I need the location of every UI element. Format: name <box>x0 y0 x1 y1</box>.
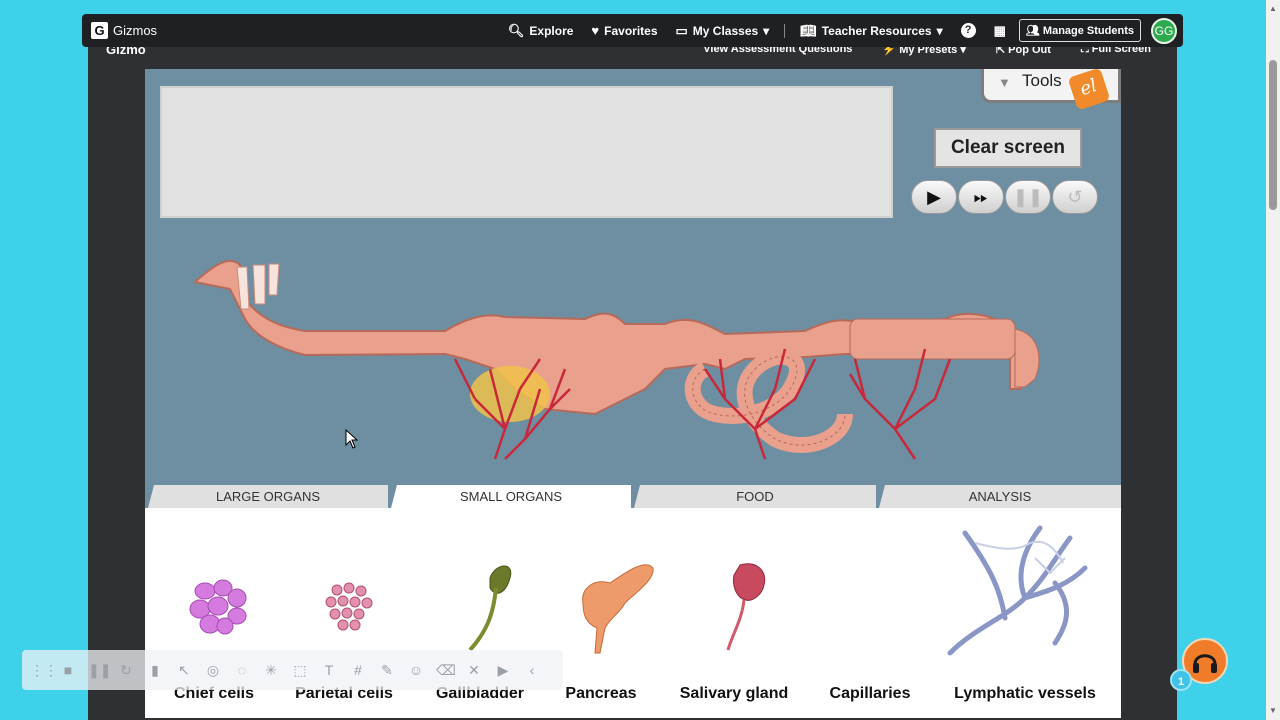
notification-badge: 1 <box>1170 669 1192 691</box>
lymphatic-vessels-image <box>947 525 1088 656</box>
book-icon: 📖︎ <box>800 22 817 38</box>
nav-favorites[interactable]: ♥ Favorites <box>582 23 666 38</box>
grid-icon: ▦ <box>993 22 1006 38</box>
page-scrollbar[interactable]: ▲ ▼ <box>1266 0 1280 720</box>
question-icon: ? <box>960 23 976 38</box>
chevron-down-icon: ▾ <box>936 23 943 38</box>
top-nav: G Gizmos 🔍︎ Explore ♥ Favorites ▭ My Cla… <box>82 14 1183 47</box>
camera-icon[interactable]: ▶ <box>494 662 512 679</box>
eraser-icon[interactable]: ⌫ <box>436 662 456 679</box>
gizmos-logo[interactable]: G Gizmos <box>91 22 157 39</box>
parietal-cells-image <box>325 582 373 631</box>
nav-teacher-resources[interactable]: 📖︎ Teacher Resources ▾ <box>791 23 951 39</box>
help-nav-button[interactable]: ? <box>952 23 985 38</box>
scroll-up-icon[interactable]: ▲ <box>1269 4 1277 13</box>
collapse-icon[interactable]: ‹ <box>523 662 541 678</box>
nav-explore[interactable]: 🔍︎ Explore <box>499 23 583 39</box>
nav-separator <box>784 23 786 38</box>
organ-label: Pancreas <box>565 685 637 702</box>
stop-icon[interactable]: ■ <box>59 662 77 678</box>
nav-my-classes-label: My Classes <box>692 23 759 38</box>
tab-food[interactable]: FOOD <box>634 485 876 508</box>
tab-analysis[interactable]: ANALYSIS <box>879 485 1121 508</box>
organ-tabs: LARGE ORGANS SMALL ORGANS FOOD ANALYSIS <box>145 485 1121 508</box>
restart-icon[interactable]: ↻ <box>117 662 135 679</box>
tab-large-organs[interactable]: LARGE ORGANS <box>148 485 388 508</box>
pen-icon[interactable]: ✎ <box>378 662 396 679</box>
nav-teacher-resources-label: Teacher Resources <box>821 23 932 38</box>
nav-my-classes[interactable]: ▭ My Classes ▾ <box>667 23 779 39</box>
apps-button[interactable]: ▦ <box>985 23 1015 39</box>
laser-icon[interactable]: ✳ <box>262 662 280 679</box>
manage-students-button[interactable]: 👥︎ Manage Students <box>1018 19 1141 42</box>
salivary-gland-image <box>726 563 766 651</box>
nav-items: 🔍︎ Explore ♥ Favorites ▭ My Classes ▾ 📖︎… <box>499 17 1177 44</box>
heart-icon: ♥ <box>591 23 600 38</box>
brand-name: Gizmos <box>113 23 158 38</box>
logo-icon: G <box>91 22 108 39</box>
mouse-cursor <box>345 429 359 449</box>
pointer-icon[interactable]: ↖ <box>175 662 193 679</box>
text-icon[interactable]: T <box>320 662 338 678</box>
users-icon: 👥︎ <box>1025 25 1040 37</box>
organ-label: Salivary gland <box>679 685 789 702</box>
nav-favorites-label: Favorites <box>604 23 658 38</box>
chief-cells-image <box>189 579 247 635</box>
organ-label: Capillaries <box>829 685 911 702</box>
chevron-down-icon: ▾ <box>763 23 770 38</box>
scrollbar-thumb[interactable] <box>1269 60 1277 210</box>
pause-icon[interactable]: ❚❚ <box>88 662 111 679</box>
nav-explore-label: Explore <box>529 23 574 38</box>
gallbladder-image <box>468 565 512 652</box>
emoji-icon[interactable]: ☺ <box>407 662 425 678</box>
digestive-tract-illustration <box>192 259 1040 460</box>
select-box-icon[interactable]: ⬚ <box>291 662 309 679</box>
tab-small-organs[interactable]: SMALL ORGANS <box>391 485 631 508</box>
organ-label: Lymphatic vessels <box>954 685 1096 702</box>
annotation-toolbar: ⋮⋮ ■ ❚❚ ↻ ▮ ↖ ◎ ◌ ✳ ⬚ T # ✎ ☺ ⌫ ✕ ▶ ‹ <box>22 650 563 690</box>
drag-handle-icon[interactable]: ⋮⋮ <box>30 662 58 679</box>
pancreas-image <box>582 564 654 654</box>
spotlight-icon[interactable]: ◎ <box>204 662 222 679</box>
trash-icon[interactable]: ▮ <box>146 662 164 679</box>
scroll-down-icon[interactable]: ▼ <box>1269 706 1277 715</box>
avatar[interactable]: GG <box>1151 17 1177 44</box>
classes-icon: ▭ <box>675 22 688 38</box>
simulation-canvas[interactable]: ▼ Tools el Clear screen ▶ ⏩︎ ❚❚ ↺ <box>145 69 1121 508</box>
clear-drawing-icon[interactable]: ✕ <box>465 662 483 679</box>
zoom-icon[interactable]: ◌ <box>233 662 251 678</box>
manage-students-label: Manage Students <box>1042 25 1134 37</box>
grid-icon[interactable]: # <box>349 662 367 678</box>
search-icon: 🔍︎ <box>507 22 525 38</box>
